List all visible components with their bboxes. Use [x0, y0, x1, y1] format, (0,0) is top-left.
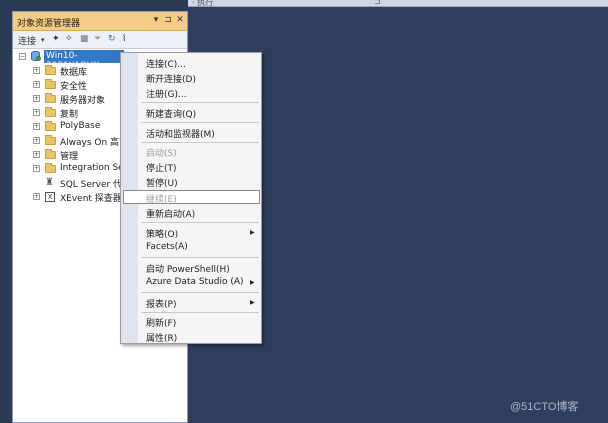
panel-pin-icon[interactable]: ⊐ — [163, 15, 173, 25]
refresh-icon[interactable]: ↻ — [108, 34, 116, 44]
stop-icon[interactable]: ■ — [80, 34, 89, 44]
menu-item-activity-monitor[interactable]: 活动和监视器(M) — [146, 127, 215, 140]
menu-item-refresh[interactable]: 刷新(F) — [146, 316, 176, 329]
menu-separator — [141, 257, 259, 258]
folder-icon — [45, 79, 56, 89]
folder-icon — [45, 65, 56, 75]
tree-node-label: PolyBase — [60, 121, 101, 131]
tree-node-label: 服务器对象 — [60, 96, 106, 106]
menu-separator — [141, 292, 259, 293]
disconnect-icon[interactable]: ✧ — [65, 34, 73, 44]
agent-icon: ♜ — [45, 177, 54, 188]
panel-dropdown-icon[interactable]: ▾ — [151, 15, 161, 25]
folder-icon — [45, 93, 56, 103]
menu-item-azure-data-studio[interactable]: Azure Data Studio (A) — [146, 277, 244, 287]
tree-node-label: XEvent 探查器 — [60, 194, 122, 204]
expand-icon[interactable]: + — [33, 137, 40, 144]
menu-item-start[interactable]: 启动(S) — [146, 146, 177, 159]
toolbar-fragment-icon: ⊐ — [374, 0, 381, 6]
folder-icon — [45, 149, 56, 159]
menu-item-reports[interactable]: 报表(P) — [146, 297, 176, 310]
connect-button[interactable]: 连接 — [18, 34, 36, 47]
connect-object-icon[interactable]: ✦ — [52, 34, 60, 44]
tree-node-label: 管理 — [60, 152, 79, 162]
menu-separator — [141, 222, 259, 223]
menu-item-disconnect[interactable]: 断开连接(D) — [146, 72, 196, 85]
left-edge — [0, 0, 12, 423]
watermark: @51CTO博客 — [510, 401, 579, 413]
menu-item-stop[interactable]: 停止(T) — [146, 161, 177, 174]
menu-item-connect[interactable]: 连接(C)... — [146, 57, 186, 70]
tree-node-label: 数据库 — [60, 68, 88, 78]
connect-dropdown-icon[interactable]: ▾ — [41, 36, 45, 44]
folder-icon — [45, 107, 56, 117]
activity-icon[interactable]: ⌇ — [122, 34, 126, 44]
expand-icon[interactable]: + — [33, 109, 40, 116]
menu-separator — [141, 142, 259, 143]
folder-icon — [45, 163, 56, 173]
panel-toolbar: 连接 ▾ ✦ ✧ ■ ⏷ ↻ ⌇ — [13, 31, 187, 49]
submenu-arrow-icon: ▶ — [250, 299, 255, 306]
menu-item-new-query[interactable]: 新建查询(Q) — [146, 107, 196, 120]
expand-icon[interactable]: + — [33, 67, 40, 74]
server-status-icon — [36, 56, 41, 61]
server-node-selection[interactable]: Win10-2021YAGUX — [44, 50, 124, 71]
server-context-menu: 连接(C)... 断开连接(D) 注册(G)... 新建查询(Q) 活动和监视器… — [120, 52, 262, 344]
top-toolbar-strip: · 执行 ⊐ — [188, 0, 608, 7]
menu-separator — [141, 312, 259, 313]
tree-node-label: 复制 — [60, 110, 79, 120]
submenu-arrow-icon: ▶ — [250, 279, 255, 286]
panel-title: 对象资源管理器 — [17, 19, 81, 29]
collapse-icon[interactable]: − — [19, 53, 26, 60]
xevent-icon: X — [45, 192, 55, 202]
expand-icon[interactable]: + — [33, 123, 40, 130]
expand-icon[interactable]: + — [33, 193, 40, 200]
filter-icon[interactable]: ⏷ — [94, 34, 101, 44]
menu-item-facets[interactable]: Facets(A) — [146, 242, 188, 252]
folder-icon — [45, 135, 56, 145]
folder-icon — [45, 121, 56, 131]
submenu-arrow-icon: ▶ — [250, 229, 255, 236]
menu-item-restart[interactable]: 重新启动(A) — [146, 207, 195, 220]
expand-icon[interactable]: + — [33, 95, 40, 102]
menu-item-policies[interactable]: 策略(O) — [146, 227, 178, 240]
menu-item-resume[interactable]: 继续(E) — [146, 192, 177, 205]
menu-item-pause[interactable]: 暂停(U) — [146, 176, 178, 189]
expand-icon[interactable]: + — [33, 81, 40, 88]
tree-node-label: Always On 高可 — [60, 138, 129, 148]
menu-item-register[interactable]: 注册(G)... — [146, 87, 187, 100]
expand-icon[interactable]: + — [33, 151, 40, 158]
menu-item-powershell[interactable]: 启动 PowerShell(H) — [146, 262, 230, 275]
expand-icon[interactable]: + — [33, 165, 40, 172]
menu-separator — [141, 122, 259, 123]
toolbar-fragment-execute[interactable]: · 执行 — [192, 0, 213, 8]
panel-close-icon[interactable]: ✕ — [175, 15, 185, 25]
menu-separator — [141, 102, 259, 103]
tree-node-label: 安全性 — [60, 82, 88, 92]
menu-hover-highlight — [123, 190, 260, 204]
menu-item-properties[interactable]: 属性(R) — [146, 331, 177, 344]
panel-titlebar: 对象资源管理器 ▾ ⊐ ✕ — [13, 12, 187, 31]
